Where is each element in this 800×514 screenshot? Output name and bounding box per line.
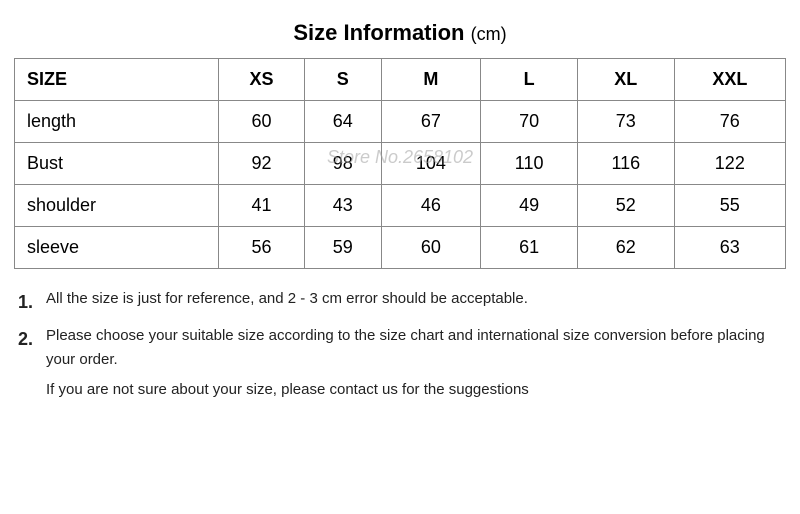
- cell-sleeve-XL: 62: [577, 227, 674, 269]
- table-row: sleeve565960616263: [15, 227, 786, 269]
- table-header-l: L: [481, 59, 578, 101]
- table-header-xxl: XXL: [674, 59, 785, 101]
- note-num-0: 1.: [18, 287, 46, 318]
- note-text-0: All the size is just for reference, and …: [46, 287, 528, 311]
- page-title: Size Information: [293, 20, 464, 45]
- size-table: SIZEXSSMLXLXXL length606467707376Bust929…: [14, 58, 786, 269]
- table-row: length606467707376: [15, 101, 786, 143]
- note-text-1: Please choose your suitable size accordi…: [46, 324, 782, 372]
- cell-Bust-L: 110: [481, 143, 578, 185]
- cell-Bust-XXL: 122: [674, 143, 785, 185]
- note-item-2: If you are not sure about your size, ple…: [18, 378, 782, 402]
- row-label-shoulder: shoulder: [15, 185, 219, 227]
- cell-shoulder-XS: 41: [219, 185, 305, 227]
- cell-Bust-M: 104: [381, 143, 481, 185]
- table-header-size: SIZE: [15, 59, 219, 101]
- cell-sleeve-M: 60: [381, 227, 481, 269]
- main-container: Size Information (cm) SIZEXSSMLXLXXL len…: [0, 0, 800, 514]
- cell-shoulder-S: 43: [304, 185, 381, 227]
- table-body: length606467707376Bust9298104110116122sh…: [15, 101, 786, 269]
- row-label-length: length: [15, 101, 219, 143]
- cell-Bust-XS: 92: [219, 143, 305, 185]
- title-row: Size Information (cm): [14, 10, 786, 58]
- row-label-sleeve: sleeve: [15, 227, 219, 269]
- note-text-2: If you are not sure about your size, ple…: [46, 378, 529, 402]
- cell-length-L: 70: [481, 101, 578, 143]
- table-header-m: M: [381, 59, 481, 101]
- cell-sleeve-S: 59: [304, 227, 381, 269]
- notes-section: 1.All the size is just for reference, an…: [14, 283, 786, 412]
- cell-shoulder-L: 49: [481, 185, 578, 227]
- cell-shoulder-XXL: 55: [674, 185, 785, 227]
- table-row: shoulder414346495255: [15, 185, 786, 227]
- cell-Bust-XL: 116: [577, 143, 674, 185]
- cell-length-M: 67: [381, 101, 481, 143]
- note-item-0: 1.All the size is just for reference, an…: [18, 287, 782, 318]
- cell-length-XL: 73: [577, 101, 674, 143]
- table-header-row: SIZEXSSMLXLXXL: [15, 59, 786, 101]
- cell-sleeve-XS: 56: [219, 227, 305, 269]
- cell-length-XS: 60: [219, 101, 305, 143]
- table-header-xl: XL: [577, 59, 674, 101]
- cell-sleeve-XXL: 63: [674, 227, 785, 269]
- cell-length-XXL: 76: [674, 101, 785, 143]
- note-num-1: 2.: [18, 324, 46, 355]
- cell-sleeve-L: 61: [481, 227, 578, 269]
- table-row: Bust9298104110116122: [15, 143, 786, 185]
- unit-label: (cm): [471, 24, 507, 44]
- table-header-s: S: [304, 59, 381, 101]
- table-header-xs: XS: [219, 59, 305, 101]
- row-label-Bust: Bust: [15, 143, 219, 185]
- note-item-1: 2.Please choose your suitable size accor…: [18, 324, 782, 372]
- cell-shoulder-XL: 52: [577, 185, 674, 227]
- cell-Bust-S: 98: [304, 143, 381, 185]
- cell-length-S: 64: [304, 101, 381, 143]
- cell-shoulder-M: 46: [381, 185, 481, 227]
